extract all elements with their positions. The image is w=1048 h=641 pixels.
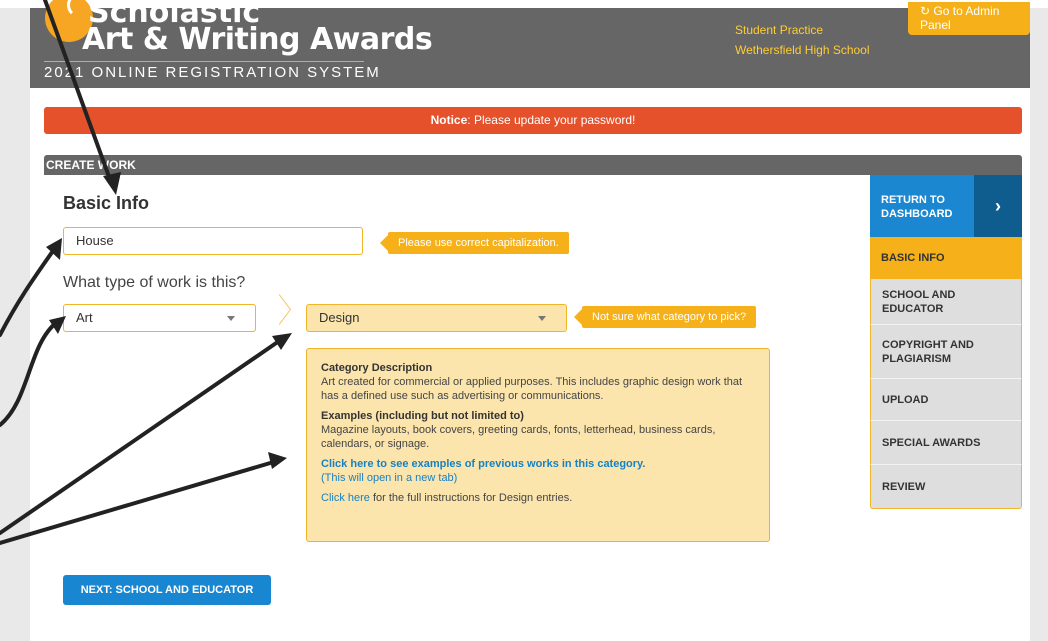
sidebar-item-special-awards[interactable]: SPECIAL AWARDS xyxy=(870,421,1022,465)
sidebar-item-basic-info[interactable]: BASIC INFO xyxy=(870,237,1022,279)
category-description-text: Art created for commercial or applied pu… xyxy=(321,376,743,402)
sidebar-item-upload[interactable]: UPLOAD xyxy=(870,379,1022,421)
site-header: Scholastic Art & Writing Awards 2021 ONL… xyxy=(30,0,1030,88)
work-type-value: Art xyxy=(76,310,93,325)
sidebar-item-copyright[interactable]: COPYRIGHT AND PLAGIARISM xyxy=(870,325,1022,379)
admin-panel-button[interactable]: ↻ Go to Admin Panel xyxy=(908,2,1030,35)
sidebar-item-school-educator[interactable]: SCHOOL AND EDUCATOR xyxy=(870,279,1022,325)
page-heading: Basic Info xyxy=(63,193,150,213)
sidebar-item-label: COPYRIGHT AND PLAGIARISM xyxy=(882,338,974,365)
notice-banner: Notice: Please update your password! xyxy=(44,107,1022,134)
system-title: 2021 ONLINE REGISTRATION SYSTEM xyxy=(44,64,381,81)
category-value: Design xyxy=(319,310,360,325)
examples-link-note[interactable]: (This will open in a new tab) xyxy=(321,472,457,484)
category-select[interactable]: Design xyxy=(306,304,567,332)
caret-down-icon xyxy=(227,316,235,321)
instructions-text: for the full instructions for Design ent… xyxy=(369,492,573,504)
category-description-title: Category Description xyxy=(321,362,433,374)
sidebar-item-label: SPECIAL AWARDS xyxy=(882,436,981,449)
examples-title: Examples (including but not limited to) xyxy=(321,410,524,422)
sidebar-item-label: REVIEW xyxy=(882,480,926,493)
step-sidebar: RETURN TO DASHBOARD › BASIC INFO SCHOOL … xyxy=(870,175,1022,509)
examples-text: Magazine layouts, book covers, greeting … xyxy=(321,424,716,450)
refresh-icon: ↻ xyxy=(920,4,934,18)
user-role: Student Practice xyxy=(735,23,824,37)
instructions-link[interactable]: Click here xyxy=(321,492,370,504)
work-title-input[interactable]: House xyxy=(63,227,363,255)
chevron-right-icon: › xyxy=(974,175,1022,237)
sidebar-item-label: UPLOAD xyxy=(882,393,929,406)
work-type-question: What type of work is this? xyxy=(63,274,246,291)
category-description-box: Category Description Art created for com… xyxy=(306,348,770,542)
work-type-select[interactable]: Art xyxy=(63,304,256,332)
notice-prefix: Notice xyxy=(430,113,468,127)
return-dashboard-label: RETURN TO DASHBOARD xyxy=(881,194,953,220)
sidebar-item-label: BASIC INFO xyxy=(881,252,945,264)
caret-down-icon xyxy=(538,316,546,321)
notice-message: : Please update your password! xyxy=(467,113,636,127)
sidebar-item-review[interactable]: REVIEW xyxy=(870,465,1022,509)
examples-link[interactable]: Click here to see examples of previous w… xyxy=(321,458,645,470)
capitalization-tip: Please use correct capitalization. xyxy=(380,232,569,254)
brand-divider xyxy=(44,61,364,62)
return-dashboard-button[interactable]: RETURN TO DASHBOARD › xyxy=(870,175,1022,237)
next-school-educator-button[interactable]: NEXT: SCHOOL AND EDUCATOR xyxy=(63,575,271,605)
sidebar-item-label: SCHOOL AND EDUCATOR xyxy=(882,288,956,315)
user-school: Wethersfield High School xyxy=(735,43,870,57)
category-help-tip[interactable]: Not sure what category to pick? xyxy=(573,306,757,328)
brand-subtitle: Art & Writing Awards xyxy=(82,22,433,57)
user-info: Student Practice Wethersfield High Schoo… xyxy=(735,20,870,60)
section-title: CREATE WORK xyxy=(44,155,1022,175)
